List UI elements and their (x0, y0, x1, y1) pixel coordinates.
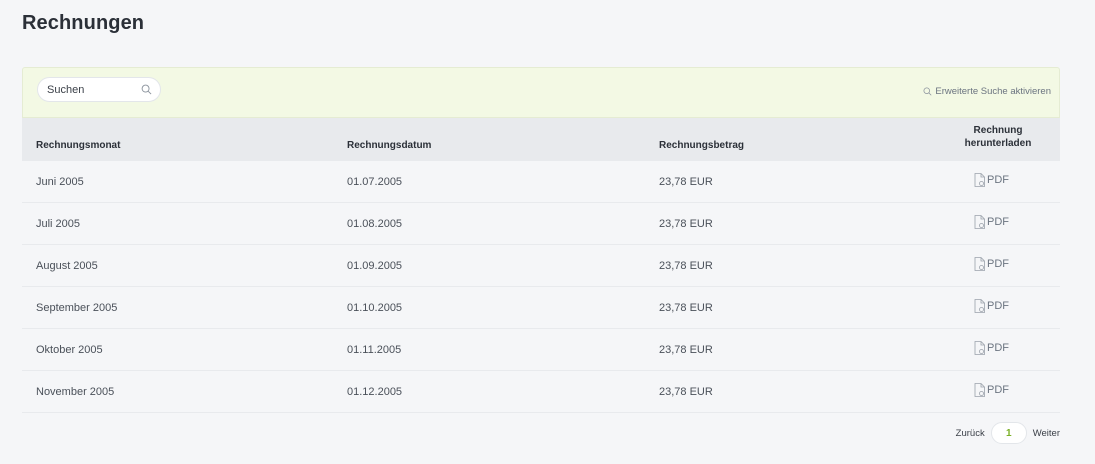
row-amount: 23,78 EUR (659, 260, 713, 272)
search-input[interactable] (38, 83, 134, 96)
row-date: 01.10.2005 (347, 302, 403, 314)
invoices-page: Rechnungen Erweiterte Suche aktivieren R… (0, 0, 1095, 464)
pagination: Zurück 1 Weiter (956, 422, 1060, 444)
pdf-download-link[interactable]: PDF (974, 341, 1009, 355)
search-icon[interactable] (141, 84, 152, 95)
row-date: 01.12.2005 (347, 386, 403, 398)
search-bar: Erweiterte Suche aktivieren (22, 67, 1060, 118)
page-title: Rechnungen (22, 12, 145, 34)
advanced-search-link[interactable]: Erweiterte Suche aktivieren (923, 86, 1051, 97)
pdf-label[interactable]: PDF (987, 258, 1009, 270)
pdf-download-link[interactable]: PDF (974, 299, 1009, 313)
pdf-file-icon (974, 257, 985, 271)
row-month: August 2005 (36, 260, 98, 272)
table-row: November 2005 01.12.2005 23,78 EUR PDF (22, 371, 1060, 413)
table-row: Juni 2005 01.07.2005 23,78 EUR PDF (22, 161, 1060, 203)
pdf-download-link[interactable]: PDF (974, 215, 1009, 229)
header-month[interactable]: Rechnungsmonat (36, 140, 120, 151)
row-date: 01.09.2005 (347, 260, 403, 272)
pdf-label[interactable]: PDF (987, 216, 1009, 228)
row-amount: 23,78 EUR (659, 302, 713, 314)
pdf-label[interactable]: PDF (987, 342, 1009, 354)
pdf-file-icon (974, 299, 985, 313)
current-page[interactable]: 1 (990, 422, 1027, 444)
row-month: Juni 2005 (36, 176, 84, 188)
pdf-file-icon (974, 215, 985, 229)
table-row: Oktober 2005 01.11.2005 23,78 EUR PDF (22, 329, 1060, 371)
row-date: 01.07.2005 (347, 176, 403, 188)
advanced-search-label: Erweiterte Suche aktivieren (935, 86, 1051, 97)
pdf-file-icon (974, 341, 985, 355)
row-date: 01.08.2005 (347, 218, 403, 230)
pdf-download-link[interactable]: PDF (974, 383, 1009, 397)
row-month: Oktober 2005 (36, 344, 103, 356)
row-month: September 2005 (36, 302, 118, 314)
next-page-button[interactable]: Weiter (1033, 428, 1060, 439)
row-month: November 2005 (36, 386, 115, 398)
table-header: Rechnungsmonat Rechnungsdatum Rechnungsb… (22, 118, 1060, 161)
table-row: September 2005 01.10.2005 23,78 EUR PDF (22, 287, 1060, 329)
row-date: 01.11.2005 (347, 344, 402, 356)
pdf-label[interactable]: PDF (987, 300, 1009, 312)
header-download: Rechnung herunterladen (964, 125, 1032, 149)
table-row: August 2005 01.09.2005 23,78 EUR PDF (22, 245, 1060, 287)
pdf-file-icon (974, 173, 985, 187)
search-icon (923, 87, 932, 96)
row-amount: 23,78 EUR (659, 344, 713, 356)
pdf-label[interactable]: PDF (987, 384, 1009, 396)
pdf-label[interactable]: PDF (987, 174, 1009, 186)
invoice-table-body: Juni 2005 01.07.2005 23,78 EUR PDF Juli … (22, 161, 1060, 413)
row-month: Juli 2005 (36, 218, 81, 230)
header-date[interactable]: Rechnungsdatum (347, 140, 431, 151)
pdf-download-link[interactable]: PDF (974, 257, 1009, 271)
row-amount: 23,78 EUR (659, 386, 713, 398)
table-row: Juli 2005 01.08.2005 23,78 EUR PDF (22, 203, 1060, 245)
pdf-file-icon (974, 383, 985, 397)
prev-page-button[interactable]: Zurück (956, 428, 985, 439)
row-amount: 23,78 EUR (659, 218, 713, 230)
search-box[interactable] (37, 77, 161, 102)
pdf-download-link[interactable]: PDF (974, 173, 1009, 187)
header-amount[interactable]: Rechnungsbetrag (659, 140, 744, 151)
row-amount: 23,78 EUR (659, 176, 713, 188)
